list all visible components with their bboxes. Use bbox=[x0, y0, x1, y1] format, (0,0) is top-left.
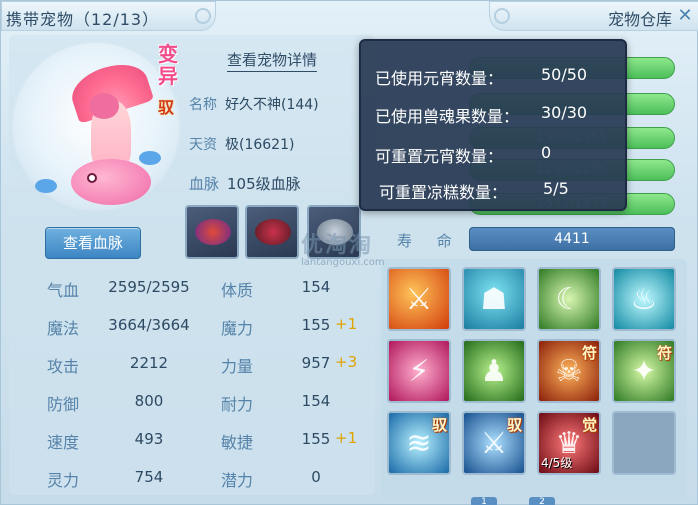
tooltip-label: 可重置凉糕数量： bbox=[379, 183, 508, 202]
tab-pet-warehouse[interactable]: 宠物仓库 bbox=[489, 1, 698, 31]
collar-icon bbox=[195, 219, 231, 245]
sword-skill-icon: ⚔ bbox=[405, 281, 433, 317]
attr-bonus-agility: +1 bbox=[335, 429, 358, 447]
pet-name-value: 好久不神(144) bbox=[225, 97, 319, 113]
pet-aptitude-value: 极(16621) bbox=[225, 137, 295, 153]
attr-label-endurance: 耐力 bbox=[221, 395, 254, 414]
lightning-scroll-skill-icon: ⚡ bbox=[408, 353, 430, 389]
moon-warrior-skill-icon: ☾ bbox=[555, 281, 583, 317]
pet-mount-eye bbox=[87, 173, 97, 183]
skill-slot-empty[interactable] bbox=[612, 411, 676, 475]
skill-slot[interactable]: ⚔ bbox=[387, 267, 451, 331]
stat-label-hp: 气血 bbox=[47, 281, 80, 300]
attr-value-agility: 155 bbox=[301, 430, 331, 448]
blue-flame-skill-icon: ♨ bbox=[630, 281, 658, 317]
stat-label-mp: 魔法 bbox=[47, 319, 80, 338]
stat-label-defense: 防御 bbox=[47, 395, 80, 414]
page-indicator-2[interactable]: 2 bbox=[529, 497, 555, 505]
pet-bloodline-label: 血脉 bbox=[189, 175, 220, 193]
equip-slot-collar[interactable] bbox=[185, 205, 239, 259]
skill-slot[interactable]: ☗ bbox=[462, 267, 526, 331]
attr-bonus-strength: +3 bbox=[335, 353, 358, 371]
armor-icon bbox=[255, 219, 291, 245]
tooltip-value: 30/30 bbox=[541, 103, 588, 122]
pet-name-row: 名称 好久不神(144) bbox=[189, 94, 319, 114]
stat-value-defense: 800 bbox=[134, 392, 164, 410]
pet-mount-image bbox=[71, 159, 151, 205]
stat-label-attack: 攻击 bbox=[47, 357, 80, 376]
tab-carried-pets-label: 携带宠物（12/13） bbox=[6, 10, 160, 29]
stat-value-mp: 3664/3664 bbox=[108, 316, 190, 334]
attr-value-potential: 0 bbox=[311, 468, 321, 486]
skill-slot[interactable]: ⚔ 驭 bbox=[462, 411, 526, 475]
attr-value-strength: 957 bbox=[301, 354, 331, 372]
attr-label-agility: 敏捷 bbox=[221, 433, 254, 452]
pet-bloodline-row: 血脉 105级血脉 bbox=[189, 173, 301, 194]
watermark-url: lantangouxi.com bbox=[301, 257, 385, 268]
tab-pet-warehouse-label: 宠物仓库 bbox=[607, 10, 672, 29]
stat-label-speed: 速度 bbox=[47, 433, 80, 452]
equip-slot-armor[interactable] bbox=[245, 205, 299, 259]
pet-hair-image bbox=[89, 93, 119, 119]
close-icon[interactable]: ✕ bbox=[675, 7, 695, 27]
skill-slot[interactable]: ♟ bbox=[462, 339, 526, 403]
swirl-ornament-icon bbox=[494, 8, 510, 24]
skill-slot[interactable]: ⚡ bbox=[387, 339, 451, 403]
skill-tag: 符 bbox=[656, 344, 672, 362]
skill-tag: 觉 bbox=[581, 416, 597, 434]
pet-window: 携带宠物（12/13） 宠物仓库 ✕ 变异 驭 查看宠物详情 名称 好久不神(14… bbox=[0, 0, 698, 505]
tooltip-value: 50/50 bbox=[541, 65, 588, 84]
yu-badge: 驭 bbox=[157, 98, 174, 117]
tab-carried-pets[interactable]: 携带宠物（12/13） bbox=[1, 1, 216, 31]
attr-value-endurance: 154 bbox=[301, 392, 331, 410]
stat-value-hp: 2595/2595 bbox=[108, 278, 190, 296]
skill-tag: 驭 bbox=[506, 416, 522, 434]
pet-aptitude-row: 天资 极(16621) bbox=[189, 134, 294, 154]
attr-label-strength: 力量 bbox=[221, 357, 254, 376]
stat-value-spirit: 754 bbox=[134, 468, 164, 486]
stat-value-attack: 2212 bbox=[129, 354, 169, 372]
swirl-ornament-icon bbox=[195, 8, 211, 24]
feeding-info-tooltip: 已使用元宵数量： 50/50 已使用兽魂果数量： 30/30 可重置元宵数量： … bbox=[359, 39, 627, 211]
view-pet-details-link[interactable]: 查看宠物详情 bbox=[227, 49, 318, 72]
stat-value-speed: 493 bbox=[134, 430, 164, 448]
tooltip-label: 可重置元宵数量： bbox=[375, 147, 504, 166]
strongman-skill-icon: ♟ bbox=[480, 353, 508, 389]
attr-bonus-magic: +1 bbox=[335, 315, 358, 333]
attr-value-magic: 155 bbox=[301, 316, 331, 334]
attr-label-potential: 潜力 bbox=[221, 471, 254, 490]
skill-level: 4/5级 bbox=[541, 456, 573, 470]
watermark-text: 优淘淘 bbox=[301, 233, 374, 258]
mutation-badge: 变异 bbox=[158, 42, 178, 88]
blue-fish-icon bbox=[139, 151, 161, 165]
stat-label-spirit: 灵力 bbox=[47, 471, 80, 490]
tooltip-value: 5/5 bbox=[543, 179, 569, 198]
tooltip-label: 已使用兽魂果数量： bbox=[375, 107, 520, 126]
lifespan-bar: 4411 bbox=[469, 227, 675, 251]
skill-tag: 驭 bbox=[431, 416, 447, 434]
figure-skill-icon: ☗ bbox=[480, 281, 508, 317]
attr-label-constitution: 体质 bbox=[221, 281, 254, 300]
tooltip-label: 已使用元宵数量： bbox=[375, 69, 504, 88]
skill-tag: 符 bbox=[581, 344, 597, 362]
skill-slot[interactable]: ≋ 驭 bbox=[387, 411, 451, 475]
skill-slot[interactable]: ☾ bbox=[537, 267, 601, 331]
pet-bloodline-value: 105级血脉 bbox=[227, 175, 301, 193]
skill-slot[interactable]: ♨ bbox=[612, 267, 676, 331]
lifespan-label: 寿 命 bbox=[397, 232, 462, 250]
attr-label-magic: 魔力 bbox=[221, 319, 254, 338]
skill-slot[interactable]: ☠ 符 bbox=[537, 339, 601, 403]
pet-name-label: 名称 bbox=[189, 97, 217, 113]
skill-slot[interactable]: ✦ 符 bbox=[612, 339, 676, 403]
tooltip-value: 0 bbox=[541, 143, 552, 162]
blue-fish-icon bbox=[35, 179, 57, 193]
attr-value-constitution: 154 bbox=[301, 278, 331, 296]
pet-aptitude-label: 天资 bbox=[189, 137, 217, 153]
page-indicator-1[interactable]: 1 bbox=[471, 497, 497, 505]
view-bloodline-button[interactable]: 查看血脉 bbox=[45, 227, 141, 259]
skill-slot[interactable]: ♛ 觉 4/5级 bbox=[537, 411, 601, 475]
